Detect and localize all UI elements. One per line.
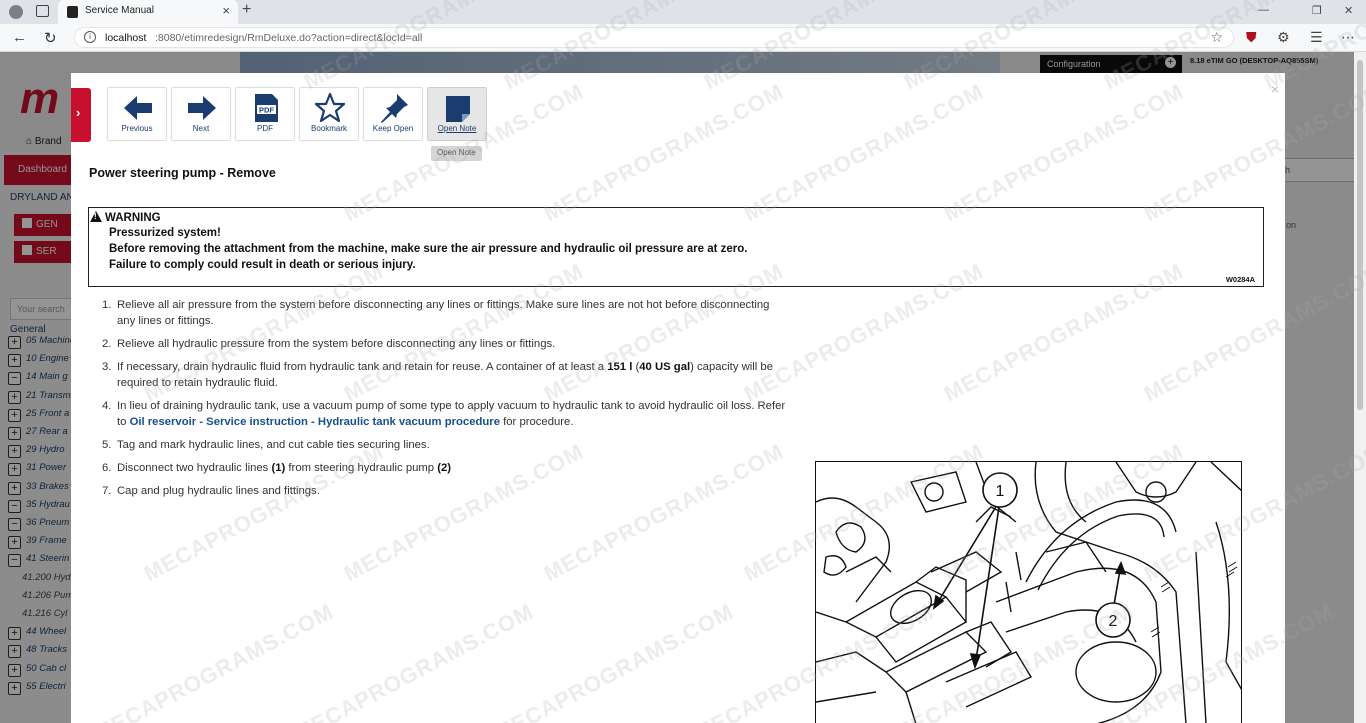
- tab-title: Service Manual: [85, 5, 154, 16]
- bookmark-button[interactable]: Bookmark: [299, 87, 359, 141]
- favicon-icon: [67, 6, 78, 18]
- step-1-text: Relieve all air pressure from the system…: [117, 299, 770, 327]
- arrow-right-icon: [188, 96, 216, 120]
- step-5-text: Tag and mark hydraulic lines, and cut ca…: [117, 439, 430, 451]
- vacuum-procedure-link[interactable]: Oil reservoir - Service instruction - Hy…: [130, 416, 500, 428]
- sidebar-toggle[interactable]: ›: [71, 88, 91, 142]
- open-note-button[interactable]: Open Note: [427, 87, 487, 141]
- warning-code: W0284A: [1225, 275, 1255, 284]
- warning-heading-text: WARNING: [105, 212, 161, 224]
- step-2: 2. Relieve all hydraulic pressure from th…: [102, 338, 556, 350]
- step-3-volume-gal: 40 US gal: [639, 361, 691, 373]
- step-4-text-c: for procedure.: [499, 416, 574, 428]
- step-6-ref-1: (1): [271, 462, 286, 474]
- browser-tab[interactable]: Service Manual ×: [58, 0, 238, 24]
- warning-triangle-icon: [90, 211, 102, 222]
- step-6: 6. Disconnect two hydraulic lines (1) fro…: [102, 462, 452, 474]
- service-manual-modal: × Previous Next PDF PDF Bookmark Keep Op…: [71, 73, 1285, 723]
- tab-close-icon[interactable]: ×: [222, 3, 230, 18]
- address-bar: ← ↻ i localhost :8080/etimredesign/RmDel…: [0, 24, 1366, 52]
- keep-open-button[interactable]: Keep Open: [363, 87, 423, 141]
- step-5: 5. Tag and mark hydraulic lines, and cut …: [102, 439, 430, 451]
- open-note-tooltip: Open Note: [431, 146, 482, 161]
- step-3-text-a: If necessary, drain hydraulic fluid from…: [117, 361, 608, 373]
- pdf-icon: PDF: [255, 94, 278, 122]
- step-6-text-a: Disconnect two hydraulic lines: [117, 462, 272, 474]
- url-host: localhost: [105, 32, 147, 44]
- pin-icon: [381, 94, 408, 123]
- step-4: 4. In lieu of draining hydraulic tank, us…: [102, 400, 786, 428]
- more-menu-icon[interactable]: ⋯: [1341, 29, 1355, 46]
- pump-line-drawing: 1 2: [816, 462, 1241, 723]
- bookmark-label: Bookmark: [310, 124, 347, 133]
- back-icon[interactable]: ←: [12, 29, 27, 46]
- warning-line-1: Pressurized system!: [109, 227, 221, 239]
- arrow-left-icon: [124, 96, 152, 120]
- extensions-puzzle-icon[interactable]: ⚙: [1277, 29, 1290, 46]
- site-info-icon[interactable]: i: [84, 31, 96, 43]
- step-7: 7. Cap and plug hydraulic lines and fitti…: [102, 485, 320, 497]
- favorites-icon[interactable]: ☰: [1310, 29, 1323, 46]
- warning-line-3: Failure to comply could result in death …: [109, 259, 416, 271]
- url-path: :8080/etimredesign/RmDeluxe.do?action=di…: [155, 32, 423, 44]
- pdf-label: PDF: [257, 124, 273, 133]
- next-button[interactable]: Next: [171, 87, 231, 141]
- chevron-right-icon: ›: [76, 105, 81, 120]
- warning-box: WARNING Pressurized system! Before remov…: [88, 207, 1264, 287]
- warning-line-2: Before removing the attachment from the …: [109, 243, 748, 255]
- keep-open-label: Keep Open: [372, 124, 414, 133]
- step-3: 3. If necessary, drain hydraulic fluid fr…: [102, 361, 773, 389]
- previous-label: Previous: [121, 124, 153, 133]
- previous-button[interactable]: Previous: [107, 87, 167, 141]
- step-2-text: Relieve all hydraulic pressure from the …: [117, 338, 556, 350]
- step-7-text: Cap and plug hydraulic lines and fitting…: [117, 485, 320, 497]
- url-field[interactable]: i localhost :8080/etimredesign/RmDeluxe.…: [74, 27, 1234, 48]
- minimize-icon[interactable]: —: [1258, 4, 1269, 16]
- page-title: Power steering pump - Remove: [89, 166, 276, 180]
- step-6-text-c: from steering hydraulic pump: [285, 462, 438, 474]
- extension-icon[interactable]: ⛊: [1246, 29, 1257, 46]
- scrollbar-thumb[interactable]: [1357, 60, 1363, 410]
- browser-tab-strip: Service Manual × + — ❐ ✕: [0, 0, 1366, 24]
- modal-close-icon[interactable]: ×: [1271, 81, 1279, 97]
- warning-heading: WARNING: [90, 211, 161, 224]
- new-tab-icon[interactable]: +: [242, 1, 251, 19]
- window-close-icon[interactable]: ✕: [1344, 4, 1353, 17]
- restore-icon[interactable]: ❐: [1312, 4, 1322, 17]
- reload-icon[interactable]: ↻: [44, 29, 57, 47]
- callout-1: 1: [996, 483, 1005, 500]
- page-scrollbar[interactable]: [1354, 52, 1366, 723]
- tab-actions-icon[interactable]: [36, 5, 49, 17]
- pdf-button[interactable]: PDF PDF: [235, 87, 295, 141]
- open-note-label: Open Note: [437, 124, 477, 133]
- star-icon: [314, 92, 346, 123]
- step-1: 1. Relieve all air pressure from the syst…: [102, 299, 770, 327]
- profile-icon[interactable]: [9, 5, 23, 19]
- callout-2: 2: [1109, 613, 1118, 630]
- pump-illustration[interactable]: 1 2: [815, 461, 1242, 723]
- note-icon: [446, 96, 470, 122]
- favorite-star-icon[interactable]: ☆: [1210, 29, 1223, 46]
- step-6-ref-2: (2): [437, 462, 452, 474]
- step-3-volume-l: 151 l: [607, 361, 633, 373]
- procedure-steps: 1. Relieve all air pressure from the syst…: [102, 297, 787, 506]
- svg-text:PDF: PDF: [259, 106, 274, 115]
- next-label: Next: [192, 124, 210, 133]
